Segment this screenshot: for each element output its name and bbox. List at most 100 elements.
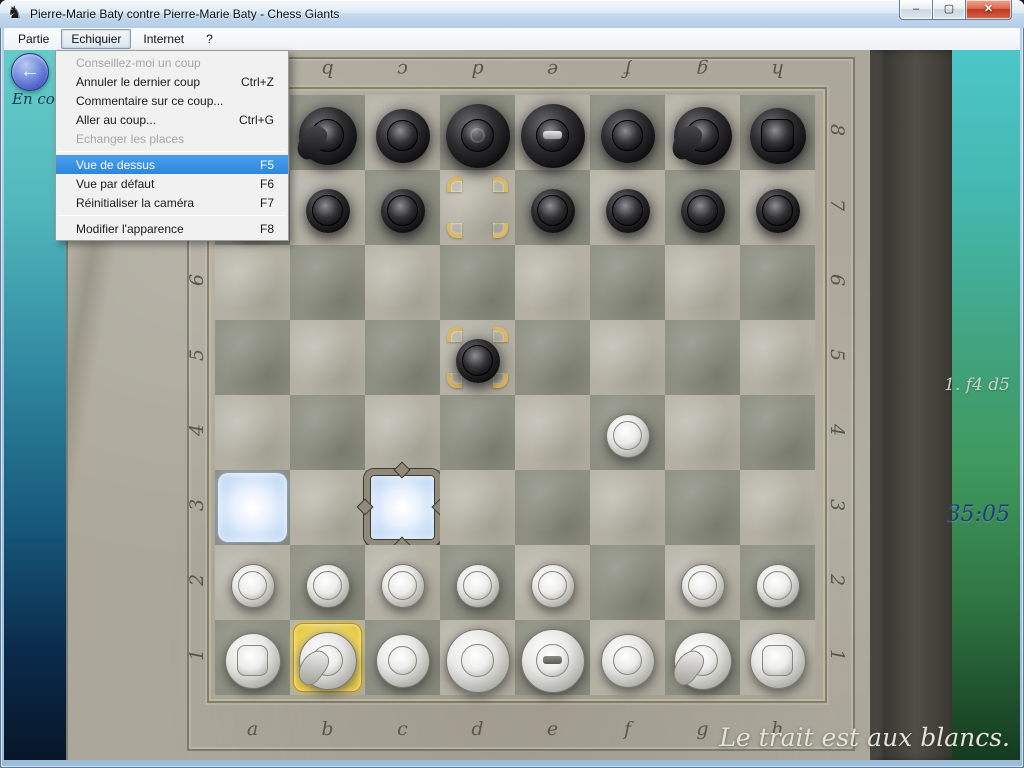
square-g1[interactable] [665,620,740,695]
rank-label-left: 3 [186,492,208,518]
maximize-button[interactable]: ▢ [933,0,966,20]
back-arrow-icon[interactable]: ← [11,53,49,91]
menu-item-vue-de-dessus[interactable]: Vue de dessusF5 [56,155,288,174]
square-e1[interactable] [515,620,590,695]
menu-item-label: Aller au coup... [76,113,156,127]
square-b1[interactable] [290,620,365,695]
file-label-bottom: e [515,718,590,740]
square-b3[interactable] [290,470,365,545]
square-d4[interactable] [440,395,515,470]
square-e3[interactable] [515,470,590,545]
square-b6[interactable] [290,245,365,320]
minimize-button[interactable]: – [899,0,933,20]
square-g7[interactable] [665,170,740,245]
menubar-item-item[interactable]: ? [196,29,223,49]
square-g4[interactable] [665,395,740,470]
rank-label-right: 6 [826,267,848,293]
square-c4[interactable] [365,395,440,470]
square-f7[interactable] [590,170,665,245]
square-h8[interactable] [740,95,815,170]
square-d7[interactable] [440,170,515,245]
square-c3[interactable] [365,470,440,545]
square-b4[interactable] [290,395,365,470]
square-b7[interactable] [290,170,365,245]
last-move-marker [447,177,508,238]
menubar-item-echiquier[interactable]: Echiquier [61,29,131,49]
menubar-item-partie[interactable]: Partie [8,29,59,49]
titlebar[interactable]: ♞ Pierre-Marie Baty contre Pierre-Marie … [0,0,1024,28]
menu-item-shortcut: F6 [260,177,274,191]
menu-bar: PartieEchiquierInternet? [4,28,1020,50]
square-g8[interactable] [665,95,740,170]
chess-board [215,95,815,695]
square-f1[interactable] [590,620,665,695]
square-f8[interactable] [590,95,665,170]
square-d5[interactable] [440,320,515,395]
menu-item-conseillez-moi-un-coup[interactable]: Conseillez-moi un coup [56,53,288,72]
menu-item-aller-au-coup[interactable]: Aller au coup...Ctrl+G [56,110,288,129]
square-g6[interactable] [665,245,740,320]
square-a6[interactable] [215,245,290,320]
square-f5[interactable] [590,320,665,395]
square-a1[interactable] [215,620,290,695]
menu-item-label: Réinitialiser la caméra [76,196,194,210]
square-a3[interactable] [215,470,290,545]
menu-item-vue-par-d-faut[interactable]: Vue par défautF6 [56,174,288,193]
square-h6[interactable] [740,245,815,320]
square-h2[interactable] [740,545,815,620]
square-b5[interactable] [290,320,365,395]
square-a4[interactable] [215,395,290,470]
square-d8[interactable] [440,95,515,170]
square-a5[interactable] [215,320,290,395]
square-f3[interactable] [590,470,665,545]
square-h3[interactable] [740,470,815,545]
square-f4[interactable] [590,395,665,470]
square-b8[interactable] [290,95,365,170]
square-e7[interactable] [515,170,590,245]
square-c7[interactable] [365,170,440,245]
square-c1[interactable] [365,620,440,695]
square-c2[interactable] [365,545,440,620]
square-c5[interactable] [365,320,440,395]
file-label-bottom: f [590,718,665,740]
square-d3[interactable] [440,470,515,545]
app-icon: ♞ [7,4,25,22]
file-label-bottom: d [440,718,515,740]
square-f6[interactable] [590,245,665,320]
menu-item-r-initialiser-la-cam-ra[interactable]: Réinitialiser la caméraF7 [56,193,288,212]
square-h7[interactable] [740,170,815,245]
square-a2[interactable] [215,545,290,620]
square-e8[interactable] [515,95,590,170]
square-h4[interactable] [740,395,815,470]
file-label-top: c [365,59,440,81]
rank-label-left: 4 [186,417,208,443]
square-g2[interactable] [665,545,740,620]
square-f2[interactable] [590,545,665,620]
square-e6[interactable] [515,245,590,320]
square-e5[interactable] [515,320,590,395]
square-c6[interactable] [365,245,440,320]
square-h5[interactable] [740,320,815,395]
menu-separator [58,215,286,216]
square-b2[interactable] [290,545,365,620]
echiquier-menu: Conseillez-moi un coupAnnuler le dernier… [55,50,289,241]
square-h1[interactable] [740,620,815,695]
menu-separator [58,151,286,152]
square-e2[interactable] [515,545,590,620]
menu-item-annuler-le-dernier-coup[interactable]: Annuler le dernier coupCtrl+Z [56,72,288,91]
selected-square-highlight [293,623,362,692]
close-button[interactable]: ✕ [966,0,1012,20]
square-g3[interactable] [665,470,740,545]
menu-item-commentaire-sur-ce-coup[interactable]: Commentaire sur ce coup... [56,91,288,110]
square-e4[interactable] [515,395,590,470]
square-d1[interactable] [440,620,515,695]
menubar-item-internet[interactable]: Internet [133,29,194,49]
file-label-top: h [740,59,815,81]
square-c8[interactable] [365,95,440,170]
square-d2[interactable] [440,545,515,620]
move-list: 1. f4 d5 [922,375,1010,395]
square-g5[interactable] [665,320,740,395]
square-d6[interactable] [440,245,515,320]
menu-item-echanger-les-places[interactable]: Echanger les places [56,129,288,148]
menu-item-modifier-l-apparence[interactable]: Modifier l'apparenceF8 [56,219,288,238]
